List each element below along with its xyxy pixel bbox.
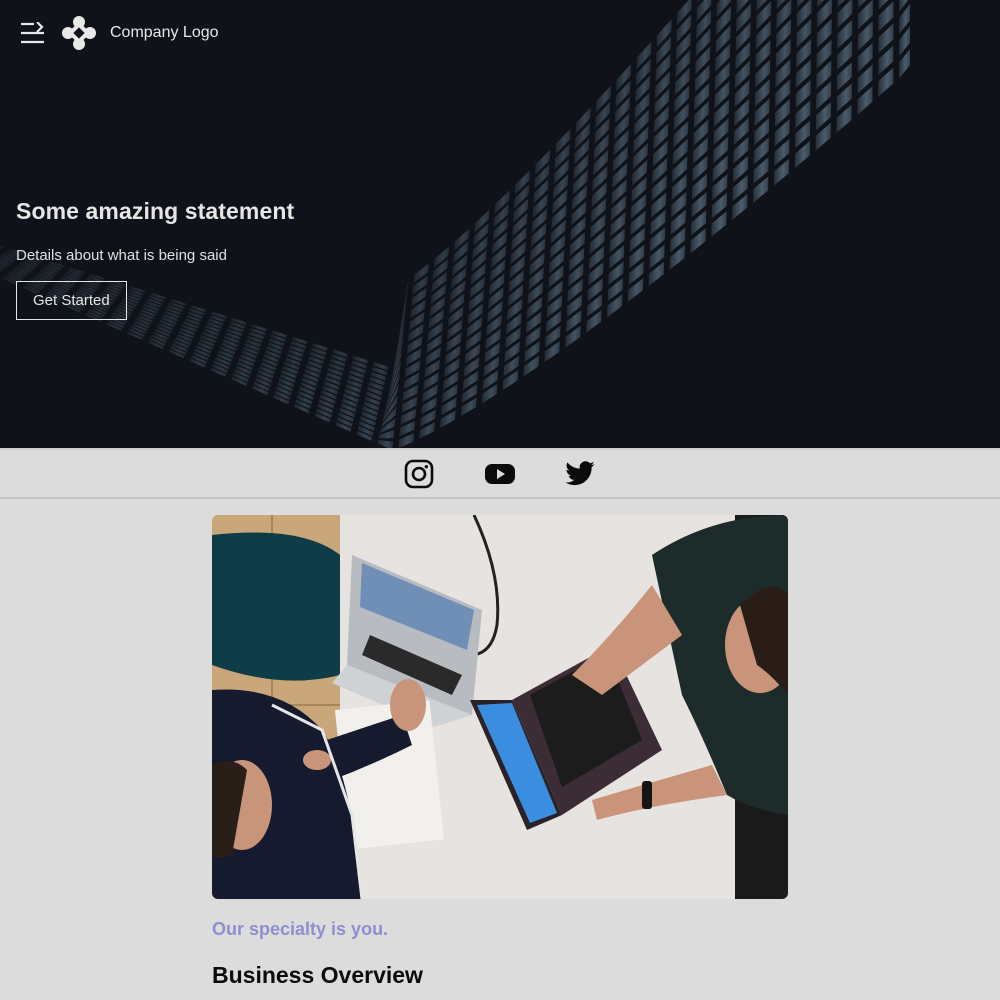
company-logo-icon[interactable]: [62, 16, 96, 50]
hero-content: Some amazing statement Details about wha…: [16, 198, 294, 320]
social-links-bar: [0, 448, 1000, 499]
hero-grid-tile: [393, 278, 409, 372]
get-started-button[interactable]: Get Started: [16, 281, 127, 320]
youtube-icon[interactable]: [484, 458, 516, 490]
hero-grid-tile: [377, 439, 394, 448]
hero-grid-tile: [387, 336, 404, 398]
hero-title: Some amazing statement: [16, 198, 295, 224]
instagram-icon[interactable]: [404, 458, 436, 490]
hero-grid-tile: [0, 245, 5, 248]
hero-grid-tile: [389, 313, 406, 388]
tagline: Our specialty is you.: [212, 919, 389, 939]
section-title: Business Overview: [212, 962, 423, 988]
hero-subtitle: Details about what is being said: [16, 247, 227, 264]
main-content: Our specialty is you. Business Overview: [212, 515, 788, 989]
menu-toggle-icon[interactable]: [18, 18, 48, 48]
hero-section: Company Logo Some amazing statement Deta…: [0, 0, 1000, 448]
top-navigation: Company Logo: [0, 0, 1000, 66]
company-name[interactable]: Company Logo: [110, 24, 219, 42]
twitter-icon[interactable]: [564, 458, 596, 490]
team-laptops-photo: [212, 515, 788, 899]
